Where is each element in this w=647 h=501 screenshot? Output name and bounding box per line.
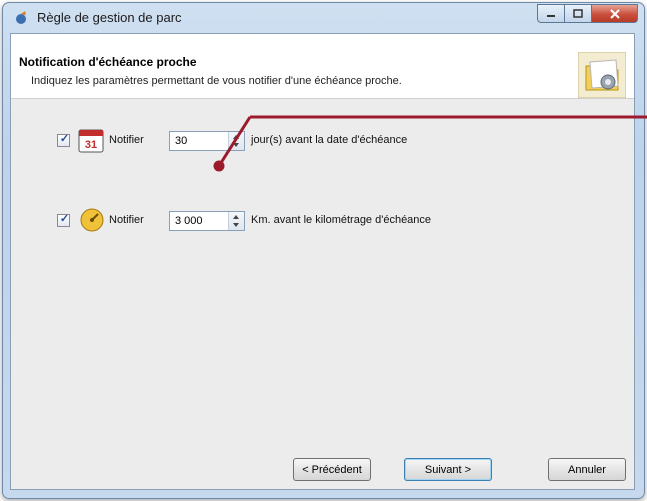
annotation-callout — [213, 115, 647, 172]
